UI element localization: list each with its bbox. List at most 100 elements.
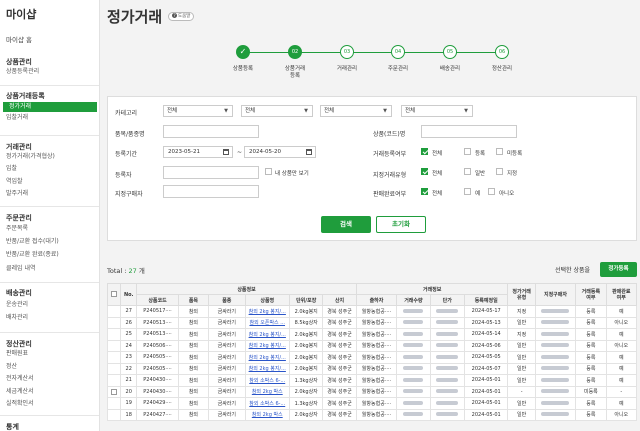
table-row[interactable]: 20 P240430···· 참외 금싸라기 참외 2kg 박스 2.0kg상자 경북 성주…: [106, 385, 638, 398]
table-row[interactable]: 18 P240427···· 참외 금싸라기 참외 2kg 박스 2.0kg상자 경북 성주…: [106, 408, 638, 421]
sidebar-item[interactable]: 배차관리: [0, 313, 99, 323]
sidebar-divider: [0, 415, 99, 416]
sidebar-section-title[interactable]: 상품관리: [0, 57, 38, 67]
code-input[interactable]: [421, 125, 517, 138]
table-row[interactable]: 25 P240513···· 참외 금싸라기 참외 2kg 봉지/... 2.0kg봉지 경…: [106, 328, 638, 341]
fixed-price-register-button[interactable]: 정가등록: [600, 262, 637, 277]
row-checkbox[interactable]: [111, 388, 118, 395]
products-table: No. 상품정보 거래정보 정가거래 유형 지정구매자 거래등록 여부 판매완료…: [106, 283, 638, 421]
redacted-value: [541, 320, 570, 325]
redacted-value: [403, 308, 424, 313]
sidebar-item[interactable]: 전자계산서: [0, 374, 99, 384]
sidebar-divider: [0, 135, 99, 136]
cell-name[interactable]: 참외 2kg 봉지/...: [244, 328, 290, 341]
step-done-check-icon: ✓: [236, 45, 250, 59]
designated-type-all-checkbox[interactable]: [421, 168, 428, 175]
cell-reg: 등록: [575, 339, 607, 352]
trade-reg-unregistered-checkbox[interactable]: [496, 148, 503, 155]
table-row[interactable]: 21 P240430···· 참외 금싸라기 참외 소박스 6-... 1.3kg상자 경북…: [106, 374, 638, 387]
designated-type-designated-checkbox[interactable]: [496, 168, 503, 175]
cell-origin: 경북 성주군: [322, 362, 357, 375]
cell-shipper: 월항농협공····: [355, 385, 398, 398]
cell-name[interactable]: 참외 2kg 박스: [244, 385, 290, 398]
sold-all-checkbox[interactable]: [421, 188, 428, 195]
cell-name[interactable]: 참외 2kg 봉지/...: [244, 351, 290, 364]
table-row[interactable]: 23 P240505···· 참외 금싸라기 참외 2kg 봉지/... 2.0kg봉지 경…: [106, 351, 638, 364]
cell-name[interactable]: 참외 2kg 봉지/...: [244, 362, 290, 375]
sidebar-item[interactable]: 발주거래: [0, 189, 99, 199]
cell-name[interactable]: 참외 오픈박스 ...: [244, 316, 290, 329]
sidebar-item[interactable]: 클레임 내역: [0, 264, 99, 274]
total-count: Total : 27 개: [107, 265, 145, 275]
table-row[interactable]: 22 P240505···· 참외 금싸라기 참외 2kg 봉지/... 2.0kg봉지 경…: [106, 362, 638, 375]
sidebar-item[interactable]: 반품/교환 완료(종료): [0, 250, 99, 260]
redacted-value: [436, 366, 459, 371]
redacted-value: [403, 354, 424, 359]
sidebar-item[interactable]: 역입찰: [0, 177, 99, 187]
sidebar-item[interactable]: 정가거래: [3, 102, 97, 112]
category-select-2[interactable]: 전체 ▼: [241, 105, 313, 117]
cell-name[interactable]: 참외 소박스 6-...: [244, 397, 290, 410]
sidebar-section-title[interactable]: 정산관리: [0, 339, 38, 349]
sidebar-item[interactable]: 주문목록: [0, 224, 99, 234]
reset-button[interactable]: 초기화: [376, 216, 426, 233]
calendar-icon[interactable]: [306, 149, 312, 155]
sidebar-home-link[interactable]: 마이샵 홈: [0, 22, 99, 44]
sidebar-item[interactable]: 실적확인서: [0, 399, 99, 409]
sidebar-section-title[interactable]: 주문관리: [0, 213, 38, 223]
help-button[interactable]: ? 도움말: [168, 12, 195, 21]
my-products-checkbox[interactable]: [265, 168, 272, 175]
sidebar-section-title[interactable]: 배송관리: [0, 288, 38, 298]
select-all-checkbox[interactable]: [111, 291, 118, 298]
sidebar-item[interactable]: 반품/교환 접수(대기): [0, 237, 99, 247]
search-button[interactable]: 검색: [321, 216, 371, 233]
sidebar-item[interactable]: 입찰거래: [0, 113, 99, 123]
date-from-input[interactable]: 2023-05-21: [163, 146, 233, 158]
cell-type: 지정: [507, 328, 536, 341]
sidebar-section-title[interactable]: 상품거래등록: [0, 91, 51, 101]
category-select-3[interactable]: 전체 ▼: [320, 105, 392, 117]
category-select-1[interactable]: 전체 ▼: [163, 105, 233, 117]
cell-type: -: [507, 385, 536, 398]
cell-name[interactable]: 참외 2kg 박스: [244, 408, 290, 421]
registrant-input[interactable]: [163, 166, 259, 179]
trade-reg-all-checkbox[interactable]: [421, 148, 428, 155]
table-row[interactable]: 19 P240429···· 참외 금싸라기 참외 소박스 6-... 1.3kg상자 경북…: [106, 397, 638, 410]
sidebar-item[interactable]: 세금계산서: [0, 387, 99, 397]
cell-reg: 등록: [575, 328, 607, 341]
designated-type-general-checkbox[interactable]: [464, 168, 471, 175]
redacted-cell: [534, 316, 577, 329]
cell-name[interactable]: 참외 2kg 봉지/...: [244, 305, 290, 318]
redacted-value: [403, 331, 424, 336]
cell-type: 일반: [507, 374, 536, 387]
designated-buyer-input[interactable]: [163, 185, 259, 198]
table-row[interactable]: 26 P240513···· 참외 금싸라기 참외 오픈박스 ... 8.5kg상자 경북 …: [106, 316, 638, 329]
sidebar-section-title[interactable]: 거래관리: [0, 142, 38, 152]
redacted-cell: [429, 385, 465, 398]
date-to-input[interactable]: 2024-05-20: [244, 146, 316, 158]
item-input[interactable]: [163, 125, 259, 138]
trade-reg-all-label: 전체: [432, 151, 443, 157]
table-row[interactable]: 27 P240517···· 참외 금싸라기 참외 2kg 봉지/... 2.0kg봉지 경…: [106, 305, 638, 318]
redacted-cell: [396, 397, 431, 410]
sidebar-item[interactable]: 정가거래(가격협상): [0, 152, 99, 162]
calendar-icon[interactable]: [223, 149, 229, 155]
cell-name[interactable]: 참외 소박스 6-...: [244, 374, 290, 387]
cell-date: 2024-05-01: [463, 397, 509, 410]
sidebar-section-title[interactable]: 통계: [0, 422, 25, 431]
sidebar-item[interactable]: 상품등록관리: [0, 67, 99, 77]
sidebar-item[interactable]: 입찰: [0, 164, 99, 174]
sidebar-item[interactable]: 판매원표: [0, 349, 99, 359]
cell-name[interactable]: 참외 2kg 봉지/...: [244, 339, 290, 352]
cell-type: 일반: [507, 408, 536, 421]
sidebar-item[interactable]: 정산: [0, 362, 99, 372]
sidebar-item[interactable]: 운송관리: [0, 300, 99, 310]
category-select-4[interactable]: 전체 ▼: [401, 105, 473, 117]
sold-no-checkbox[interactable]: [488, 188, 495, 195]
trade-reg-registered-checkbox[interactable]: [464, 148, 471, 155]
cell-origin: 경북 성주군: [322, 316, 357, 329]
redacted-value: [436, 377, 459, 382]
col-trade-type: 정가거래 유형: [507, 283, 536, 306]
sold-yes-checkbox[interactable]: [464, 188, 471, 195]
table-row[interactable]: 24 P240506···· 참외 금싸라기 참외 2kg 봉지/... 2.0kg봉지 경…: [106, 339, 638, 352]
